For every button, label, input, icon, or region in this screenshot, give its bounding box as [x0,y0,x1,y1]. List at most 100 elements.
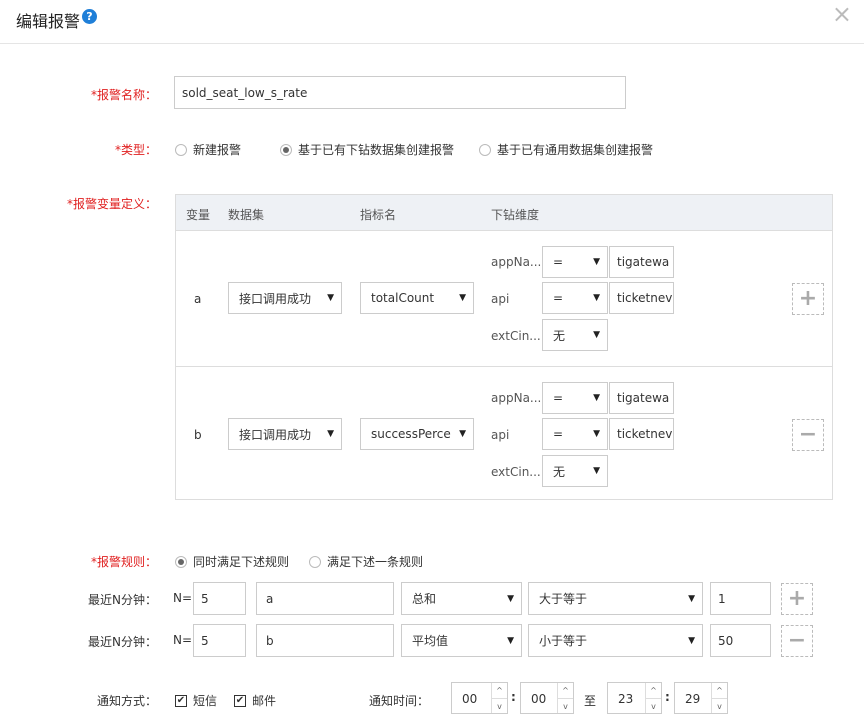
dialog-header: 编辑报警 ? × [0,0,864,44]
dim-op-select[interactable]: 无 ▼ [542,319,608,351]
chevron-down-icon: ▼ [593,293,600,303]
up-icon[interactable]: ^ [558,683,573,698]
chevron-down-icon: ▼ [459,293,466,303]
down-icon[interactable]: v [558,698,573,713]
type-radio-drilldown[interactable]: 基于已有下钻数据集创建报警 [280,141,454,158]
dim-value-input[interactable]: ticketnev [609,418,674,450]
threshold-input[interactable]: 1 [710,582,771,615]
radio-dot [175,143,187,156]
chevron-down-icon: ▼ [593,393,600,403]
up-icon[interactable]: ^ [646,683,661,698]
add-rule-button[interactable]: + [781,583,813,615]
radio-dot-selected [175,555,187,568]
notify-time-label: 通知时间： [369,694,430,708]
dim-op-select[interactable]: = ▼ [542,246,608,278]
end-hour-spinner[interactable]: 23 ^ v [607,682,662,714]
n-minutes-input[interactable]: 5 [193,624,246,657]
threshold-input[interactable]: 50 [710,624,771,657]
chevron-down-icon: ▼ [593,466,600,476]
rules-label: *报警规则： [90,555,157,569]
chevron-down-icon: ▼ [688,635,695,646]
down-icon[interactable]: v [646,698,661,713]
check-icon: ✔ [175,694,187,707]
chevron-down-icon: ▼ [688,593,695,604]
end-minute-spinner[interactable]: 29 ^ v [674,682,728,714]
compare-select[interactable]: 小于等于 ▼ [528,624,703,657]
sms-checkbox[interactable]: ✔ 短信 [175,692,217,709]
dialog-title: 编辑报警 [16,12,81,31]
radio-dot [309,555,321,568]
agg-select[interactable]: 平均值 ▼ [401,624,522,657]
var-table-header: 变量 数据集 指标名 下钻维度 [176,195,832,231]
rule-label: 最近N分钟： [88,635,157,649]
radio-dot-selected [280,143,292,156]
up-icon[interactable]: ^ [492,683,507,698]
start-hour-spinner[interactable]: 00 ^ v [451,682,508,714]
chevron-down-icon: ▼ [593,330,600,340]
col-metric: 指标名 [360,208,397,222]
dim-label: extCin... [491,329,541,343]
chevron-down-icon: ▼ [459,429,466,439]
rule-label: 最近N分钟： [88,593,157,607]
rule-radio-any[interactable]: 满足下述一条规则 [309,553,423,570]
email-checkbox[interactable]: ✔ 邮件 [234,692,276,709]
type-radio-general[interactable]: 基于已有通用数据集创建报警 [479,141,653,158]
rule-var-input[interactable]: b [256,624,394,657]
notify-label: 通知方式： [96,694,157,708]
chevron-down-icon: ▼ [327,429,334,439]
dim-label: appNa... [491,255,542,269]
time-to: 至 [584,694,597,708]
down-icon[interactable]: v [712,698,727,713]
compare-select[interactable]: 大于等于 ▼ [528,582,703,615]
metric-select[interactable]: totalCount ▼ [360,282,474,314]
start-minute-spinner[interactable]: 00 ^ v [520,682,574,714]
rule-var-input[interactable]: a [256,582,394,615]
col-dims: 下钻维度 [491,208,540,222]
dim-op-select[interactable]: = ▼ [542,282,608,314]
remove-rule-button[interactable]: − [781,625,813,657]
chevron-down-icon: ▼ [593,429,600,439]
dim-op-select[interactable]: 无 ▼ [542,455,608,487]
dataset-select[interactable]: 接口调用成功 ▼ [228,282,342,314]
time-colon: : [665,690,670,704]
type-radio-new[interactable]: 新建报警 [175,141,241,158]
check-icon: ✔ [234,694,246,707]
type-label: *类型： [114,143,157,157]
remove-var-button[interactable]: − [792,419,824,451]
dim-op-select[interactable]: = ▼ [542,382,608,414]
alarm-name-input[interactable]: sold_seat_low_s_rate [174,76,626,109]
name-label: *报警名称： [90,88,157,102]
dim-label: api [491,428,510,442]
add-var-button[interactable]: + [792,283,824,315]
dim-value-input[interactable]: ticketnev [609,282,674,314]
close-icon[interactable]: × [832,2,852,26]
col-dataset: 数据集 [228,208,265,222]
dim-value-input[interactable]: tigatewa [609,382,674,414]
var-row: b 接口调用成功 ▼ successPerce ▼ appNa... = ▼ tiga… [176,366,832,500]
n-prefix: N= [173,633,193,647]
var-table: 变量 数据集 指标名 下钻维度 a 接口调用成功 ▼ totalCount ▼ ap… [175,194,833,500]
rule-radio-all[interactable]: 同时满足下述规则 [175,553,289,570]
dim-value-input[interactable]: tigatewa [609,246,674,278]
var-label: *报警变量定义： [66,197,157,211]
dim-label: appNa... [491,391,542,405]
n-minutes-input[interactable]: 5 [193,582,246,615]
up-icon[interactable]: ^ [712,683,727,698]
time-colon: : [511,690,516,704]
chevron-down-icon: ▼ [327,293,334,303]
col-var: 变量 [186,208,211,222]
var-name: b [194,428,202,442]
radio-dot [479,143,491,156]
down-icon[interactable]: v [492,698,507,713]
dim-label: extCin... [491,465,541,479]
chevron-down-icon: ▼ [507,593,514,604]
metric-select[interactable]: successPerce ▼ [360,418,474,450]
chevron-down-icon: ▼ [507,635,514,646]
agg-select[interactable]: 总和 ▼ [401,582,522,615]
chevron-down-icon: ▼ [593,257,600,267]
n-prefix: N= [173,591,193,605]
dataset-select[interactable]: 接口调用成功 ▼ [228,418,342,450]
var-row: a 接口调用成功 ▼ totalCount ▼ appNa... = ▼ tigate… [176,232,832,366]
dim-op-select[interactable]: = ▼ [542,418,608,450]
help-icon[interactable]: ? [82,9,97,24]
